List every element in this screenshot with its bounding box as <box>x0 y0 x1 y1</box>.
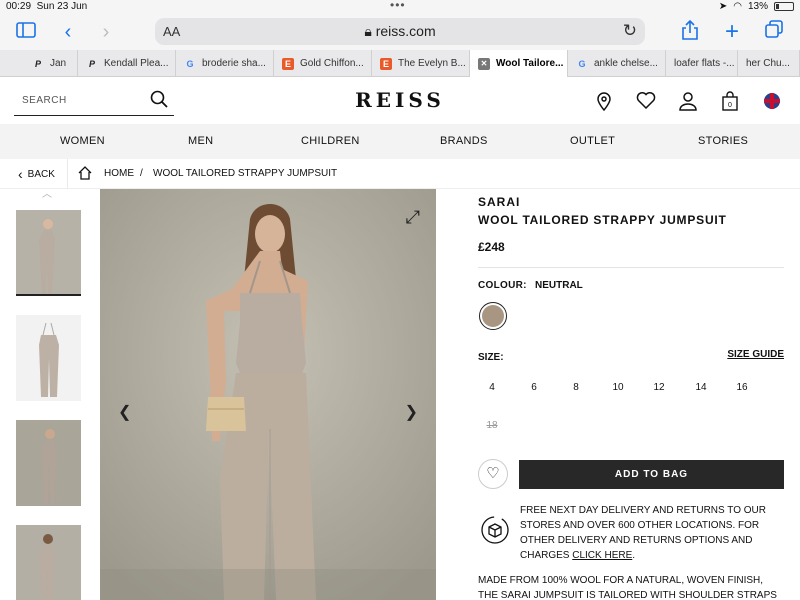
back-label: BACK <box>27 168 55 180</box>
tab-favicon-icon: E <box>282 57 294 70</box>
size-label: SIZE: <box>478 352 504 363</box>
thumbnail-front[interactable] <box>16 210 81 296</box>
tab-bar: P Jan P Kendall Plea... Gbroderie sha... E… <box>0 50 800 77</box>
url-text[interactable]: 🔒︎ reiss.com <box>155 23 645 40</box>
search-icon[interactable] <box>150 90 168 113</box>
battery-percent: 13% <box>747 1 768 12</box>
home-icon[interactable] <box>78 166 92 180</box>
size-option-12[interactable]: 12 <box>649 382 669 393</box>
address-bar[interactable]: AA 🔒︎ reiss.com ↻ <box>155 18 645 45</box>
thumbnail-back[interactable] <box>16 525 81 600</box>
sidebar-icon[interactable] <box>12 20 40 44</box>
size-option-6[interactable]: 6 <box>524 382 544 393</box>
browser-toolbar: ‹ › AA 🔒︎ reiss.com ↻ + <box>0 14 800 50</box>
colour-value: NEUTRAL <box>535 280 583 291</box>
product-image[interactable]: ⤢ ❮ ❯ <box>100 189 436 600</box>
back-link[interactable]: ‹ BACK <box>10 159 68 189</box>
site-header: REISS 0 <box>0 77 800 124</box>
forward-nav-icon[interactable]: › <box>92 20 120 44</box>
nav-outlet[interactable]: OUTLET <box>570 135 615 147</box>
product-name: WOOL TAILORED STRAPPY JUMPSUIT <box>478 213 727 227</box>
search-box <box>14 88 174 116</box>
delivery-box-icon <box>481 516 509 544</box>
product-price: £248 <box>478 240 505 254</box>
size-option-18-unavailable[interactable]: 18 <box>478 420 506 431</box>
add-to-bag-button[interactable]: ADD TO BAG <box>519 460 784 489</box>
battery-icon <box>774 2 794 11</box>
click-here-link[interactable]: CLICK HERE <box>572 550 632 561</box>
tab-4[interactable]: E The Evelyn B... <box>372 50 470 77</box>
bag-icon[interactable]: 0 <box>720 91 740 111</box>
prev-image-icon[interactable]: ❮ <box>118 402 131 422</box>
new-tab-icon[interactable]: + <box>718 20 746 44</box>
size-option-4[interactable]: 4 <box>482 382 502 393</box>
tab-7[interactable]: loafer flats -... <box>666 50 738 77</box>
tab-0[interactable]: P Jan <box>0 50 78 77</box>
account-icon[interactable] <box>678 91 698 111</box>
add-to-wishlist-button[interactable]: ♡ <box>478 459 508 489</box>
thumbnail-flat[interactable] <box>16 315 81 401</box>
store-locator-icon[interactable] <box>594 91 614 112</box>
size-option-10[interactable]: 10 <box>608 382 628 393</box>
tab-3[interactable]: E Gold Chiffon... <box>274 50 372 77</box>
tab-5-active[interactable]: ✕ Wool Tailore... <box>470 50 568 77</box>
tab-favicon-icon: G <box>578 58 586 69</box>
tab-8[interactable]: her Chu... <box>738 50 800 77</box>
heart-icon: ♡ <box>486 465 500 482</box>
share-icon[interactable] <box>676 19 704 44</box>
product-description: MADE FROM 100% WOOL FOR A NATURAL, WOVEN… <box>478 575 777 600</box>
reiss-logo[interactable]: REISS <box>355 88 445 112</box>
tab-favicon-icon: G <box>186 58 194 69</box>
thumbnail-strip: ︿ <box>0 189 100 600</box>
svg-text:0: 0 <box>728 102 732 109</box>
close-tab-icon[interactable]: ✕ <box>478 57 490 70</box>
tab-2[interactable]: Gbroderie sha... <box>176 50 274 77</box>
product-brand: SARAI <box>478 195 521 209</box>
size-option-16[interactable]: 16 <box>732 382 752 393</box>
tab-1[interactable]: P Kendall Plea... <box>78 50 176 77</box>
wishlist-icon[interactable] <box>636 91 656 111</box>
main-nav: WOMEN MEN CHILDREN BRANDS OUTLET STORIES <box>0 124 800 159</box>
nav-men[interactable]: MEN <box>188 135 213 147</box>
delivery-info: FREE NEXT DAY DELIVERY AND RETURNS TO OU… <box>520 505 766 561</box>
tab-6[interactable]: Gankle chelse... <box>568 50 666 77</box>
header-icons: 0 <box>594 91 782 112</box>
breadcrumb-current: WOOL TAILORED STRAPPY JUMPSUIT <box>153 168 338 179</box>
nav-children[interactable]: CHILDREN <box>301 135 360 147</box>
tabs-overview-icon[interactable] <box>760 20 788 44</box>
reload-icon[interactable]: ↻ <box>623 21 637 41</box>
size-option-8[interactable]: 8 <box>566 382 586 393</box>
country-flag-icon[interactable] <box>762 91 782 111</box>
product-info: SARAI WOOL TAILORED STRAPPY JUMPSUIT £24… <box>478 189 784 600</box>
next-image-icon[interactable]: ❯ <box>405 402 418 422</box>
expand-icon[interactable]: ⤢ <box>406 207 420 228</box>
status-right: ➤ ◠ 13% <box>719 1 794 12</box>
multitasking-dots[interactable]: ••• <box>390 0 406 12</box>
breadcrumb: ‹ BACK HOME / WOOL TAILORED STRAPPY JUMP… <box>0 159 800 189</box>
tab-favicon-icon: E <box>380 57 392 70</box>
nav-brands[interactable]: BRANDS <box>440 135 488 147</box>
chevron-up-icon[interactable]: ︿ <box>42 185 52 200</box>
model-photo <box>100 189 436 600</box>
wifi-icon: ◠ <box>733 1 742 12</box>
search-input[interactable] <box>22 95 142 106</box>
location-icon: ➤ <box>718 1 728 12</box>
size-option-14[interactable]: 14 <box>691 382 711 393</box>
status-time: 00:29 Sun 23 Jun <box>6 1 88 12</box>
nav-stories[interactable]: STORIES <box>698 135 748 147</box>
tab-favicon-icon: P <box>34 58 41 69</box>
colour-swatch-neutral[interactable] <box>479 302 507 330</box>
back-nav-icon[interactable]: ‹ <box>54 20 82 44</box>
thumbnail-side[interactable] <box>16 420 81 506</box>
size-guide-link[interactable]: SIZE GUIDE <box>727 349 784 360</box>
breadcrumb-separator: / <box>140 168 143 179</box>
tab-favicon-icon: P <box>88 58 95 69</box>
colour-label: COLOUR: <box>478 280 527 291</box>
status-bar: 00:29 Sun 23 Jun ••• ➤ ◠ 13% <box>0 0 800 14</box>
lock-icon: 🔒︎ <box>364 23 372 39</box>
breadcrumb-home[interactable]: HOME <box>104 168 134 179</box>
divider <box>478 267 784 268</box>
nav-women[interactable]: WOMEN <box>60 135 105 147</box>
chevron-left-icon: ‹ <box>18 166 23 182</box>
